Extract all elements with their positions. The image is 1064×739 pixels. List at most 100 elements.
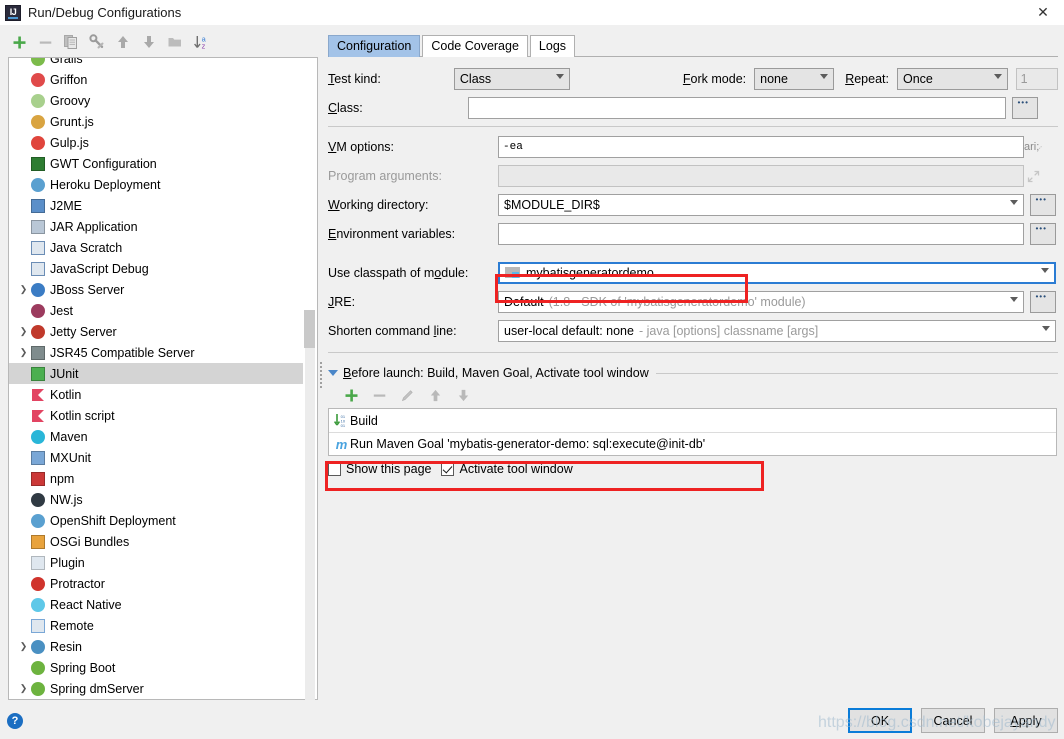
tree-item-grails[interactable]: ❯ Grails [9, 58, 303, 69]
configuration-editor-panel: Configuration Code Coverage Logs Test kind… [328, 33, 1058, 693]
tree-item-label: Kotlin script [50, 408, 115, 423]
before-launch-row-maven-goal[interactable]: m Run Maven Goal 'mybatis-generator-demo… [329, 432, 1056, 455]
before-launch-list[interactable]: 01 10 01 Build m Run Maven Goal 'mybatis… [328, 408, 1057, 456]
collapse-triangle-icon[interactable] [328, 370, 338, 376]
activate-tool-window-checkbox[interactable] [441, 462, 455, 476]
ok-button[interactable]: OK [848, 708, 912, 733]
tree-item-groovy[interactable]: ❯ Groovy [9, 90, 303, 111]
tree-item-remote[interactable]: ❯ Remote [9, 615, 303, 636]
shorten-command-line-combo[interactable]: user-local default: none - java [options… [498, 320, 1056, 342]
tree-item-grunt-js[interactable]: ❯ Grunt.js [9, 111, 303, 132]
tree-indent: ❯ [17, 138, 30, 147]
use-classpath-combo[interactable]: mybatisgeneratordemo [498, 262, 1056, 284]
tab-code-coverage[interactable]: Code Coverage [422, 35, 528, 57]
tree-item-mxunit[interactable]: ❯ MXUnit [9, 447, 303, 468]
cancel-button[interactable]: Cancel [921, 708, 985, 733]
tree-item-jboss-server[interactable]: ❯ JBoss Server [9, 279, 303, 300]
environment-variables-input[interactable] [498, 223, 1024, 245]
before-launch-edit-button[interactable] [394, 383, 420, 407]
test-kind-combo[interactable]: Class [453, 68, 570, 90]
jre-browse-button[interactable] [1030, 291, 1056, 313]
jre-combo[interactable]: Default (1.8 - SDK of 'mybatisgeneratord… [498, 291, 1024, 313]
tree-item-maven[interactable]: ❯ Maven [9, 426, 303, 447]
dialog-title: Run/Debug Configurations [28, 5, 182, 20]
tree-item-openshift-deployment[interactable]: ❯ OpenShift Deployment [9, 510, 303, 531]
tab-logs[interactable]: Logs [529, 35, 576, 57]
vm-options-expand-icon[interactable]: ari; [1024, 137, 1042, 157]
chevron-right-icon[interactable]: ❯ [17, 642, 30, 651]
tree-item-spring-dmserver[interactable]: ❯ Spring dmServer [9, 678, 303, 699]
before-launch-add-button[interactable] [338, 383, 364, 407]
chevron-right-icon[interactable]: ❯ [17, 285, 30, 294]
environment-variables-browse-button[interactable] [1030, 223, 1056, 245]
tree-item-protractor[interactable]: ❯ Protractor [9, 573, 303, 594]
tree-scrollbar-track[interactable] [305, 310, 315, 700]
create-folder-button[interactable] [162, 30, 188, 54]
working-directory-browse-button[interactable] [1030, 194, 1056, 216]
tree-item-npm[interactable]: ❯ npm [9, 468, 303, 489]
tree-scrollbar[interactable] [303, 58, 317, 700]
class-browse-button[interactable] [1012, 97, 1038, 119]
move-up-button[interactable] [110, 30, 136, 54]
program-arguments-input[interactable] [498, 165, 1024, 187]
tree-item-gwt-configuration[interactable]: ❯ GWT Configuration [9, 153, 303, 174]
tree-item-plugin[interactable]: ❯ Plugin [9, 552, 303, 573]
tree-scrollbar-thumb[interactable] [304, 310, 315, 348]
vm-options-input[interactable]: -ea [498, 136, 1024, 158]
chevron-down-icon [1010, 200, 1018, 208]
tree-item-heroku-deployment[interactable]: ❯ Heroku Deployment [9, 174, 303, 195]
tab-configuration[interactable]: Configuration [328, 35, 421, 57]
tree-indent: ❯ [17, 75, 30, 84]
close-icon[interactable]: ✕ [1022, 0, 1064, 25]
tree-indent: ❯ [17, 411, 30, 420]
fork-mode-combo[interactable]: none [754, 68, 835, 90]
move-down-button[interactable] [136, 30, 162, 54]
tree-item-javascript-debug[interactable]: ❯ JavaScript Debug [9, 258, 303, 279]
tree-item-jest[interactable]: ❯ Jest [9, 300, 303, 321]
remove-configuration-button[interactable] [32, 30, 58, 54]
before-launch-row-build[interactable]: 01 10 01 Build [329, 409, 1056, 432]
tree-item-label: Jest [50, 303, 73, 318]
tree-item-jetty-server[interactable]: ❯ Jetty Server [9, 321, 303, 342]
gulp-icon [30, 135, 46, 151]
chevron-right-icon[interactable]: ❯ [17, 348, 30, 357]
show-this-page-checkbox[interactable] [328, 462, 341, 476]
before-launch-header[interactable]: Before launch: Build, Maven Goal, Activa… [328, 366, 1058, 380]
tree-item-osgi-bundles[interactable]: ❯ OSGi Bundles [9, 531, 303, 552]
tree-item-j2me[interactable]: ❯ J2ME [9, 195, 303, 216]
chevron-right-icon[interactable]: ❯ [17, 327, 30, 336]
tree-item-junit[interactable]: ❯ JUnit [9, 363, 303, 384]
chevron-right-icon[interactable]: ❯ [17, 684, 30, 693]
add-configuration-button[interactable] [6, 30, 32, 54]
copy-configuration-button[interactable] [58, 30, 84, 54]
tree-item-jsr45-compatible-server[interactable]: ❯ JSR45 Compatible Server [9, 342, 303, 363]
apply-button[interactable]: Apply [994, 708, 1058, 733]
configuration-types-tree[interactable]: ❯Grails❯Griffon❯Groovy❯Grunt.js❯Gulp.js❯… [8, 57, 318, 700]
tree-indent: ❯ [17, 390, 30, 399]
before-launch-remove-button[interactable] [366, 383, 392, 407]
before-launch-move-down-button[interactable] [450, 383, 476, 407]
tree-item-kotlin[interactable]: ❯ Kotlin [9, 384, 303, 405]
help-button[interactable]: ? [7, 713, 23, 729]
tree-item-gulp-js[interactable]: ❯ Gulp.js [9, 132, 303, 153]
j2me-icon [30, 198, 46, 214]
tree-item-java-scratch[interactable]: ❯ Java Scratch [9, 237, 303, 258]
intellij-idea-icon [5, 4, 21, 21]
tree-item-griffon[interactable]: ❯ Griffon [9, 69, 303, 90]
tree-item-jar-application[interactable]: ❯ JAR Application [9, 216, 303, 237]
tree-item-nw-js[interactable]: ❯ NW.js [9, 489, 303, 510]
tree-item-resin[interactable]: ❯ Resin [9, 636, 303, 657]
sort-configurations-button[interactable]: a z [188, 30, 214, 54]
tree-item-spring-boot[interactable]: ❯ Spring Boot [9, 657, 303, 678]
row-vm-options: VM options: -ea ari; [328, 136, 1058, 158]
working-directory-combo[interactable]: $MODULE_DIR$ [498, 194, 1024, 216]
tree-item-kotlin-script[interactable]: ❯ Kotlin script [9, 405, 303, 426]
class-input[interactable] [468, 97, 1006, 119]
form-separator [328, 126, 1058, 127]
panel-splitter[interactable] [318, 362, 324, 388]
edit-templates-button[interactable] [84, 30, 110, 54]
before-launch-move-up-button[interactable] [422, 383, 448, 407]
repeat-combo[interactable]: Once [896, 68, 1008, 90]
tree-item-react-native[interactable]: ❯ React Native [9, 594, 303, 615]
repeat-count-input[interactable]: 1 [1015, 68, 1058, 90]
